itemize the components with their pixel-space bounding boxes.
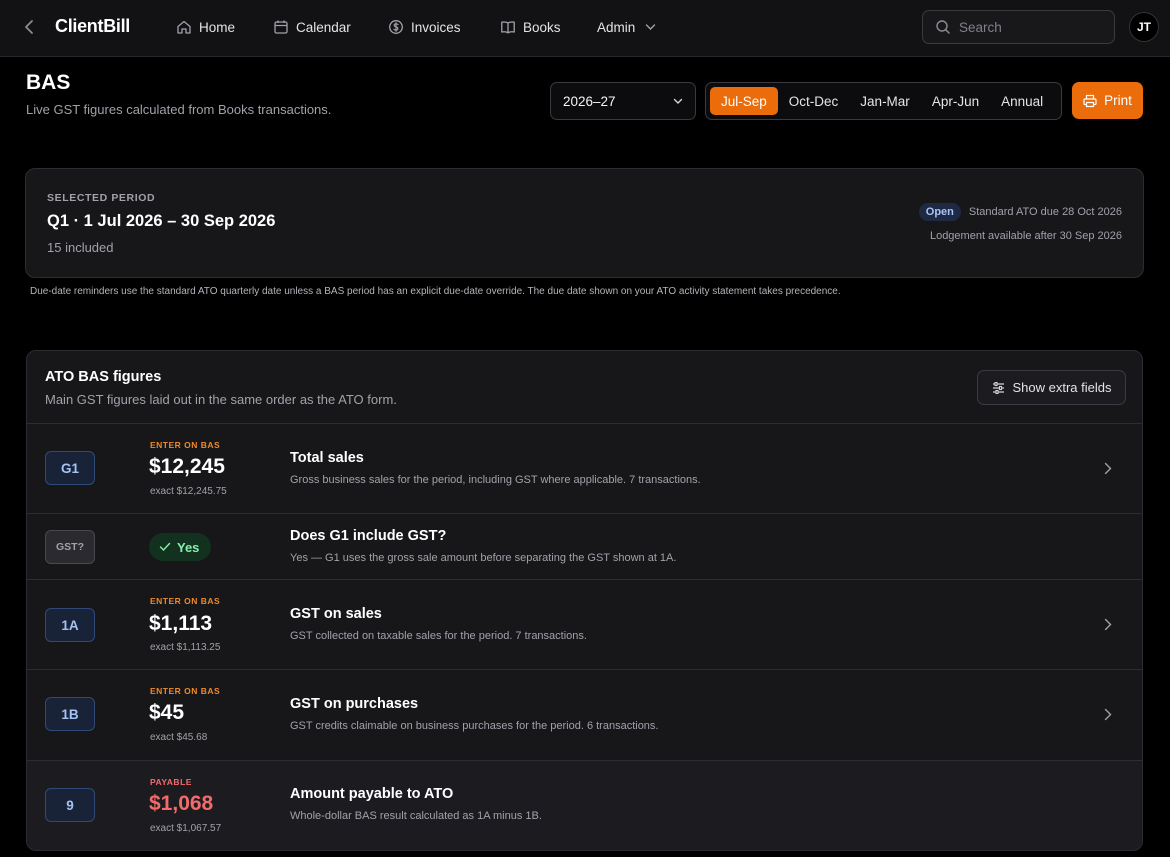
bas-exact-amount: exact $1,067.57: [150, 823, 222, 834]
bas-figures-header: ATO BAS figures Main GST figures laid ou…: [27, 351, 1142, 424]
bas-row-9: 9 PAYABLE $1,068 exact $1,067.57 Amount …: [27, 761, 1142, 850]
search-input[interactable]: [959, 19, 1099, 35]
financial-year-value: 2026–27: [563, 93, 616, 109]
nav-admin-dropdown[interactable]: Admin: [597, 17, 656, 37]
bas-exact-amount: exact $1,113.25: [150, 642, 221, 653]
search-icon: [936, 20, 950, 34]
enter-on-bas-label: ENTER ON BAS: [150, 686, 221, 696]
calendar-icon: [274, 20, 288, 34]
chevron-right-icon: [1104, 462, 1112, 475]
chevron-right-icon: [1104, 708, 1112, 721]
period-tab-apr-jun[interactable]: Apr-Jun: [921, 87, 990, 115]
bas-row-title: Total sales: [290, 450, 364, 466]
bas-row-g1[interactable]: G1 ENTER ON BAS $12,245 exact $12,245.75…: [27, 424, 1142, 514]
bas-amount: $45: [149, 701, 185, 724]
nav-books[interactable]: Books: [500, 17, 561, 37]
user-avatar[interactable]: JT: [1129, 12, 1159, 42]
book-open-icon: [501, 21, 515, 34]
brand-logo[interactable]: ClientBill: [55, 16, 130, 37]
nav-books-label: Books: [523, 19, 561, 35]
bas-figures-title: ATO BAS figures: [45, 369, 162, 385]
bas-exact-amount: exact $45.68: [150, 732, 208, 743]
bas-row-description: Whole-dollar BAS result calculated as 1A…: [290, 810, 542, 822]
print-label: Print: [1104, 93, 1132, 108]
yes-status-label: Yes: [177, 539, 200, 555]
period-status-line: Open Standard ATO due 28 Oct 2026: [918, 203, 1122, 221]
bas-code-badge: 9: [45, 788, 95, 822]
period-tab-jul-sep[interactable]: Jul-Sep: [710, 87, 778, 115]
period-tab-annual[interactable]: Annual: [990, 87, 1054, 115]
bas-code-badge: 1A: [45, 608, 95, 642]
show-extra-fields-button[interactable]: Show extra fields: [977, 370, 1126, 405]
check-icon: [159, 542, 171, 552]
lodgement-text: Lodgement available after 30 Sep 2026: [929, 230, 1122, 242]
print-button[interactable]: Print: [1072, 82, 1143, 119]
bas-row-description: GST credits claimable on business purcha…: [290, 720, 659, 732]
chevron-right-icon: [1104, 618, 1112, 631]
top-navigation-bar: ClientBill Home Calendar Invoices Books …: [0, 0, 1170, 57]
period-count: 15 included: [47, 240, 114, 255]
bas-exact-amount: exact $12,245.75: [150, 486, 227, 497]
page-subtitle: Live GST figures calculated from Books t…: [26, 102, 332, 117]
bas-figures-subtitle: Main GST figures laid out in the same or…: [45, 392, 397, 407]
bas-code-badge: GST?: [45, 530, 95, 564]
status-badge: Open: [918, 203, 961, 221]
due-date-note: Due-date reminders use the standard ATO …: [30, 286, 841, 297]
bas-row-title: GST on sales: [290, 606, 382, 622]
bas-figures-card: ATO BAS figures Main GST figures laid ou…: [26, 350, 1143, 851]
bas-amount: $1,068: [149, 792, 214, 815]
printer-icon: [1083, 94, 1097, 107]
financial-year-select[interactable]: 2026–27: [550, 82, 696, 120]
period-label: SELECTED PERIOD: [47, 192, 156, 204]
period-tab-oct-dec[interactable]: Oct-Dec: [778, 87, 850, 115]
selected-period-card: SELECTED PERIOD Q1 · 1 Jul 2026 – 30 Sep…: [25, 168, 1144, 278]
bas-row-title: GST on purchases: [290, 696, 419, 712]
sliders-icon: [992, 381, 1004, 394]
nav-invoices[interactable]: Invoices: [388, 17, 461, 37]
bas-row-title: Amount payable to ATO: [290, 786, 454, 802]
enter-on-bas-label: ENTER ON BAS: [150, 596, 221, 606]
chevron-down-icon: [673, 98, 683, 104]
yes-status-badge: Yes: [149, 533, 212, 561]
period-selector: Jul-Sep Oct-Dec Jan-Mar Apr-Jun Annual: [705, 82, 1062, 120]
nav-calendar-label: Calendar: [296, 19, 351, 35]
chevron-down-icon: [646, 24, 656, 30]
bas-row-description: GST collected on taxable sales for the p…: [290, 630, 587, 642]
bas-amount: $12,245: [149, 455, 225, 478]
bas-code-badge: G1: [45, 451, 95, 485]
dollar-circle-icon: [389, 20, 403, 34]
enter-on-bas-label: ENTER ON BAS: [150, 440, 221, 450]
bas-row-description: Gross business sales for the period, inc…: [290, 474, 701, 486]
nav-home[interactable]: Home: [176, 17, 235, 37]
bas-amount: $1,113: [149, 612, 213, 635]
search-box[interactable]: [922, 10, 1115, 44]
period-range: Q1 · 1 Jul 2026 – 30 Sep 2026: [47, 212, 276, 230]
nav-admin-label: Admin: [597, 19, 636, 35]
page-title: BAS: [26, 71, 71, 94]
bas-row-title: Does G1 include GST?: [290, 528, 447, 544]
bas-row-1b[interactable]: 1B ENTER ON BAS $45 exact $45.68 GST on …: [27, 670, 1142, 761]
nav-calendar[interactable]: Calendar: [273, 17, 351, 37]
bas-code-badge: 1B: [45, 697, 95, 731]
due-date-text: Standard ATO due 28 Oct 2026: [968, 206, 1122, 218]
nav-home-label: Home: [199, 19, 236, 35]
home-icon: [177, 20, 191, 34]
show-extra-fields-label: Show extra fields: [1012, 380, 1112, 395]
back-button[interactable]: [18, 15, 40, 39]
payable-label: PAYABLE: [150, 777, 192, 787]
nav-invoices-label: Invoices: [411, 19, 461, 35]
bas-row-description: Yes — G1 uses the gross sale amount befo…: [290, 552, 677, 564]
bas-row-1a[interactable]: 1A ENTER ON BAS $1,113 exact $1,113.25 G…: [27, 580, 1142, 670]
period-tab-jan-mar[interactable]: Jan-Mar: [849, 87, 921, 115]
chevron-left-icon: [25, 20, 33, 34]
bas-row-g1-includes-gst: GST? Yes Does G1 include GST? Yes — G1 u…: [27, 514, 1142, 580]
